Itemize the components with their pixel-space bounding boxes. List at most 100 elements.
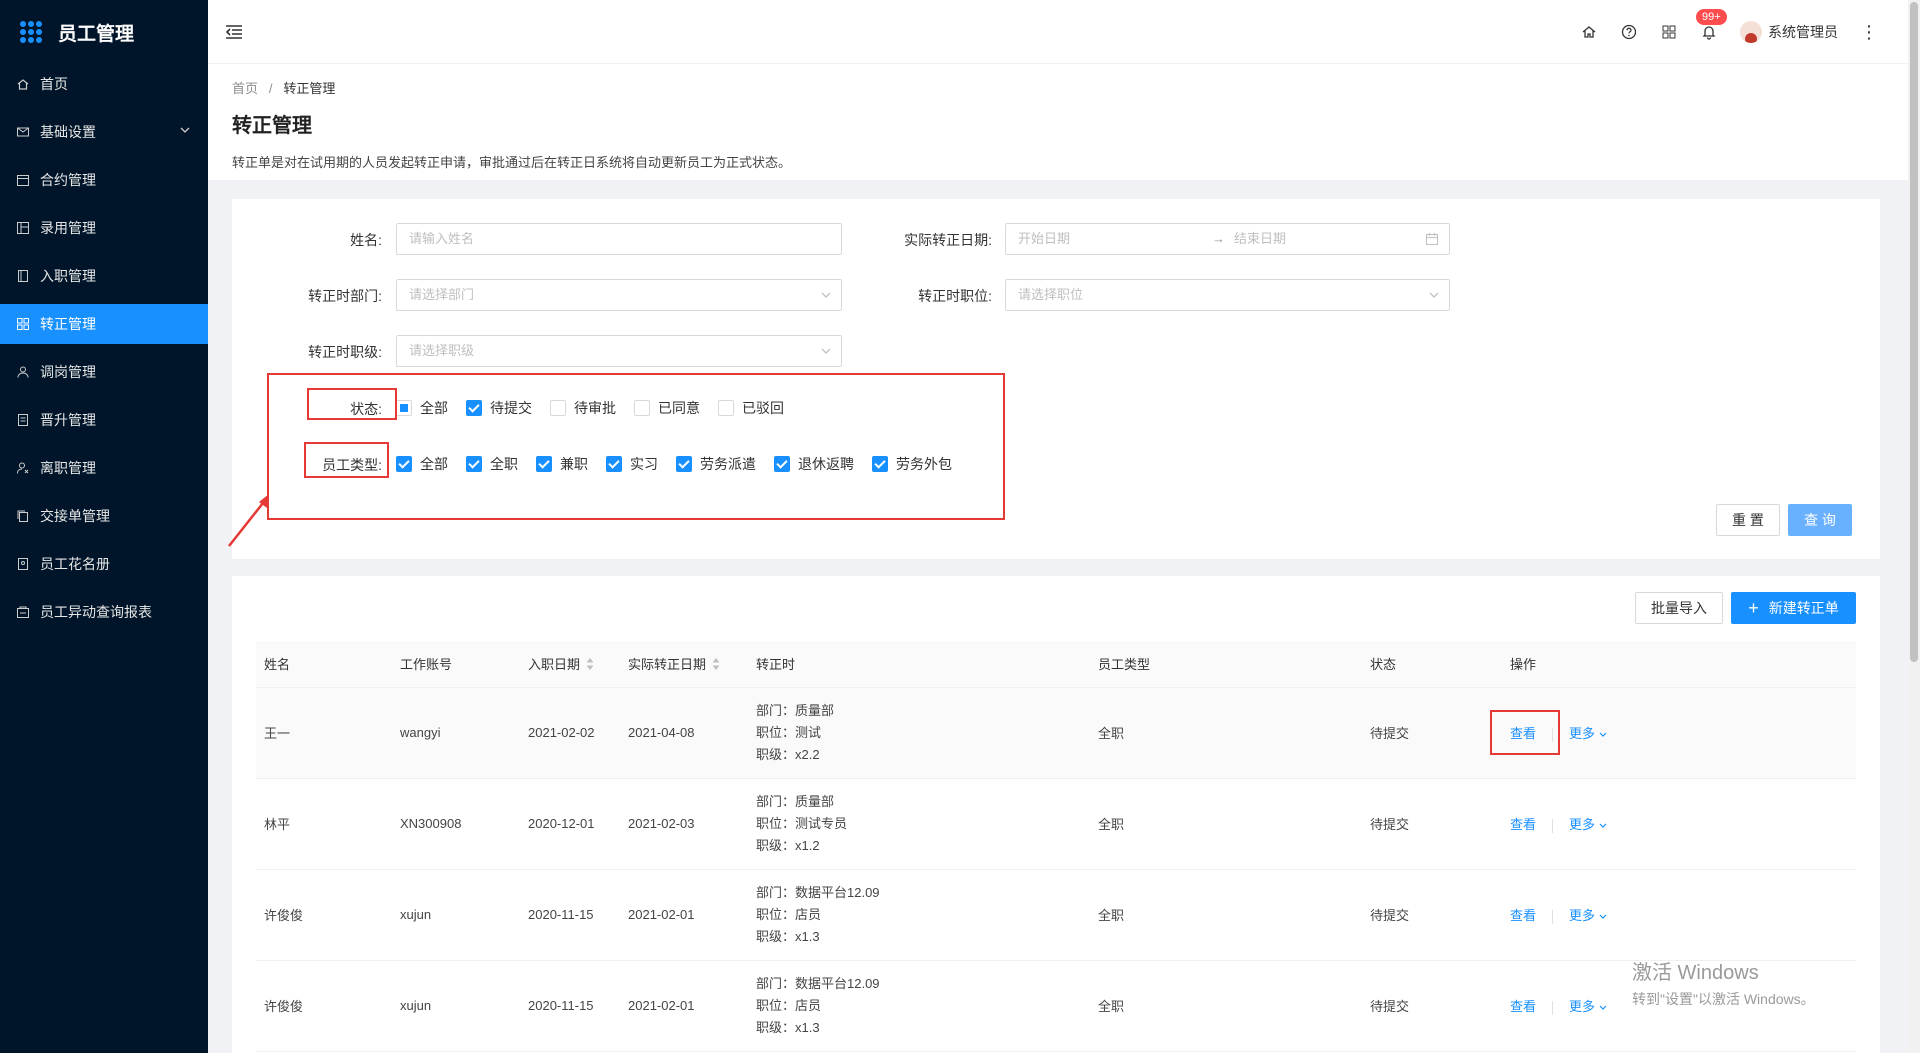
view-link[interactable]: 查看	[1510, 817, 1536, 832]
col-account: 工作账号	[392, 641, 520, 688]
cell-confirm-date: 2021-02-01	[620, 960, 748, 1052]
calendar-icon	[16, 173, 30, 187]
sort-icon[interactable]	[712, 658, 720, 673]
divider	[1552, 1000, 1554, 1015]
table-row: 林平 XN300908 2020-12-01 2021-02-03 部门：质量部 职位：测…	[256, 778, 1856, 870]
page-description: 转正单是对在试用期的人员发起转正申请，审批通过后在转正日系统将自动更新员工为正式…	[232, 155, 792, 170]
avatar	[1740, 21, 1762, 43]
menu-fold-icon[interactable]	[224, 22, 244, 42]
more-dropdown[interactable]: 更多	[1569, 817, 1607, 832]
search-button[interactable]: 查 询	[1788, 504, 1852, 536]
sidebar-item-2[interactable]: 合约管理	[0, 160, 208, 200]
new-confirmation-label: 新建转正单	[1768, 600, 1839, 616]
col-name: 姓名	[256, 641, 392, 688]
filter-panel: 姓名: 请输入姓名 实际转正日期: 开始日期 → 结束日期 转正时部门: 请选择…	[232, 199, 1880, 559]
annotation-box-status	[307, 388, 397, 420]
notification-bell-icon[interactable]: 99+	[1696, 9, 1727, 41]
home-icon[interactable]	[1580, 23, 1598, 41]
more-dropdown[interactable]: 更多	[1569, 726, 1607, 741]
notification-badge: 99+	[1696, 9, 1727, 25]
top-header: 99+ 系统管理员 ⋮	[208, 0, 1908, 64]
cell-status: 待提交	[1362, 869, 1502, 961]
file-icon	[16, 413, 30, 427]
cell-account: xujun	[392, 960, 520, 1052]
cell-status: 待提交	[1362, 960, 1502, 1052]
sidebar-item-6[interactable]: 调岗管理	[0, 352, 208, 392]
col-status: 状态	[1362, 641, 1502, 688]
mail-icon	[16, 125, 30, 139]
watermark-line1: 激活 Windows	[1632, 962, 1759, 984]
position-label: 转正时职位:	[918, 288, 992, 304]
sidebar-item-5[interactable]: 转正管理	[0, 304, 208, 344]
user-name: 系统管理员	[1768, 24, 1838, 40]
view-link[interactable]: 查看	[1510, 908, 1536, 923]
sidebar-item-label: 离职管理	[40, 460, 96, 476]
sidebar-item-4[interactable]: 入职管理	[0, 256, 208, 296]
department-label: 转正时部门:	[308, 288, 382, 304]
more-dropdown[interactable]: 更多	[1569, 999, 1607, 1014]
divider	[1552, 909, 1554, 924]
breadcrumb-home[interactable]: 首页	[232, 81, 258, 96]
new-confirmation-button[interactable]: + 新建转正单	[1731, 592, 1856, 624]
sidebar-item-7[interactable]: 晋升管理	[0, 400, 208, 440]
sidebar-item-3[interactable]: 录用管理	[0, 208, 208, 248]
cell-level: 职级：x2.2	[756, 746, 820, 762]
sort-icon[interactable]	[586, 658, 594, 673]
annotation-box-view	[1490, 710, 1560, 755]
watermark-line2: 转到"设置"以激活 Windows。	[1632, 991, 1815, 1007]
page-scrollbar[interactable]	[1908, 0, 1920, 1053]
grid-icon	[16, 317, 30, 331]
cell-confirm-date: 2021-02-01	[620, 869, 748, 961]
breadcrumb-current: 转正管理	[283, 81, 336, 96]
cell-account: wangyi	[392, 687, 520, 779]
sidebar-item-11[interactable]: 员工异动查询报表	[0, 592, 208, 632]
cell-position: 职位：店员	[756, 997, 822, 1013]
name-label: 姓名:	[350, 232, 382, 248]
end-date-field[interactable]: 结束日期	[1234, 224, 1286, 254]
sidebar-item-10[interactable]: 员工花名册	[0, 544, 208, 584]
cell-name: 许俊俊	[256, 960, 392, 1052]
level-select[interactable]: 请选择职级	[396, 335, 842, 367]
date-range-picker[interactable]: 开始日期 → 结束日期	[1005, 223, 1450, 255]
home-icon	[16, 77, 30, 91]
batch-import-button[interactable]: 批量导入	[1635, 592, 1723, 624]
scrollbar-thumb[interactable]	[1910, 2, 1918, 662]
sidebar-item-label: 合约管理	[40, 172, 96, 188]
sidebar-item-1[interactable]: 基础设置	[0, 112, 208, 152]
name-input[interactable]: 请输入姓名	[396, 223, 842, 255]
col-confirm-date[interactable]: 实际转正日期	[620, 641, 748, 688]
divider	[1552, 818, 1554, 833]
start-date-field[interactable]: 开始日期	[1018, 231, 1070, 246]
view-link[interactable]: 查看	[1510, 999, 1536, 1014]
cell-position: 职位：店员	[756, 906, 822, 922]
reset-button[interactable]: 重 置	[1716, 504, 1780, 536]
apps-icon[interactable]	[1660, 23, 1678, 41]
sidebar-item-label: 录用管理	[40, 220, 96, 236]
cell-join-date: 2020-11-15	[520, 960, 620, 1052]
level-label: 转正时职级:	[308, 344, 382, 360]
cell-at-confirmation: 部门：数据平台12.09 职位：店员 职级：x1.3	[748, 960, 1090, 1052]
table-row: 许俊俊 xujun 2020-11-15 2021-02-01 部门：数据平台12.09…	[256, 869, 1856, 961]
cell-level: 职级：x1.2	[756, 837, 820, 853]
cell-account: XN300908	[392, 778, 520, 870]
department-select[interactable]: 请选择部门	[396, 279, 842, 311]
sidebar-item-label: 员工异动查询报表	[40, 604, 152, 620]
book-icon	[16, 269, 30, 283]
chevron-down-icon	[1599, 1005, 1607, 1010]
sidebar-item-9[interactable]: 交接单管理	[0, 496, 208, 536]
user-menu[interactable]: 系统管理员	[1740, 21, 1838, 43]
plus-icon: +	[1748, 598, 1759, 618]
breadcrumb: 首页 / 转正管理	[232, 78, 1884, 97]
sidebar-item-8[interactable]: 离职管理	[0, 448, 208, 488]
page-title: 转正管理	[232, 115, 312, 137]
more-dropdown[interactable]: 更多	[1569, 908, 1607, 923]
col-join-date[interactable]: 入职日期	[520, 641, 620, 688]
brand[interactable]: 员工管理	[0, 0, 208, 64]
more-vertical-icon[interactable]: ⋮	[1860, 22, 1878, 43]
help-icon[interactable]	[1620, 23, 1638, 41]
position-select[interactable]: 请选择职位	[1005, 279, 1450, 311]
col-employee-type: 员工类型	[1090, 641, 1362, 688]
cell-actions: 查看 更多	[1502, 778, 1856, 870]
cell-at-confirmation: 部门：数据平台12.09 职位：店员 职级：x1.3	[748, 869, 1090, 961]
sidebar-item-0[interactable]: 首页	[0, 64, 208, 104]
